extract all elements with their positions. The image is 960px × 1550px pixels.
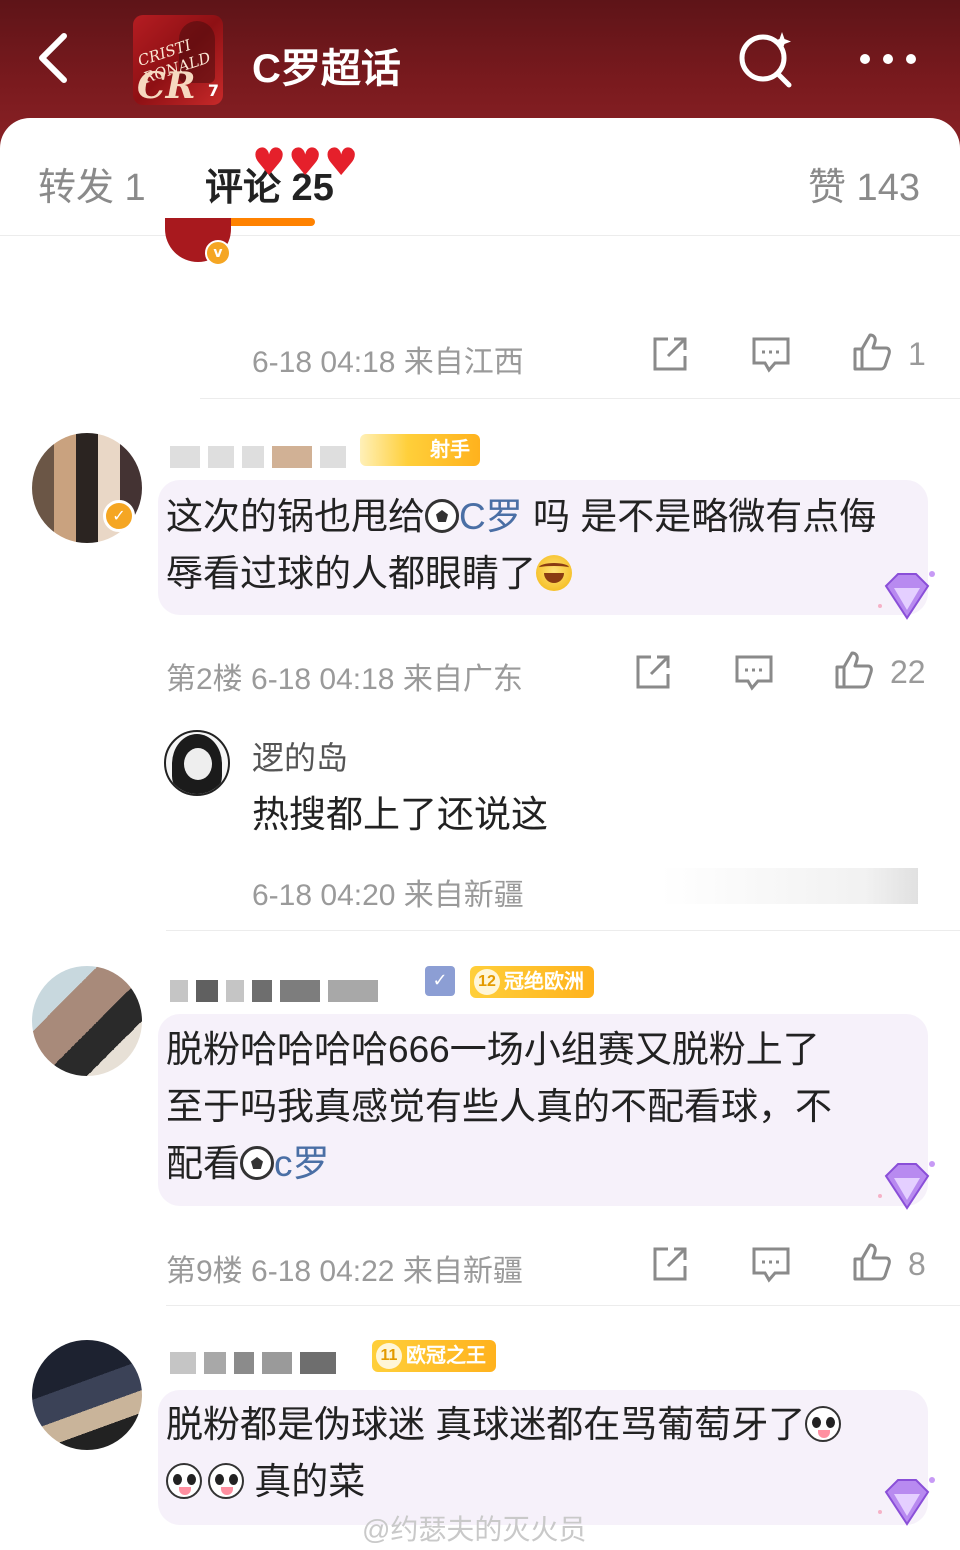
- fan-badge[interactable]: 12 冠绝欧洲: [470, 966, 594, 998]
- like-icon[interactable]: [852, 332, 892, 372]
- comment-body: 脱粉都是伪球迷 真球迷都在骂葡萄牙了 真的菜: [166, 1396, 906, 1510]
- thumb-number: 7: [207, 81, 219, 100]
- reply-body: 热搜都上了还说这: [252, 794, 548, 835]
- diamond-gem-icon: [878, 1161, 935, 1210]
- verified-badge-icon: v: [205, 240, 231, 266]
- search-icon: [739, 32, 792, 88]
- body-text: 真的菜: [244, 1461, 366, 1502]
- more-button[interactable]: [857, 48, 919, 70]
- reply-username[interactable]: 逻的岛: [252, 733, 348, 779]
- reply-meta: 6-18 04:20 来自新疆: [252, 879, 524, 912]
- comment-time-location: 6-18 04:22 来自新疆: [251, 1255, 523, 1288]
- laugh-emoji-icon: [536, 555, 572, 591]
- floor-number: 第9楼: [166, 1255, 243, 1288]
- diamond-gem-icon: [878, 571, 935, 620]
- mention-link[interactable]: C罗: [459, 496, 523, 537]
- blurred-area: [660, 868, 918, 904]
- active-tab-indicator: [225, 218, 315, 226]
- divider: [166, 930, 960, 931]
- more-dots-icon: [860, 54, 916, 64]
- username[interactable]: [170, 1350, 336, 1376]
- body-line: 配看 c罗: [166, 1135, 906, 1192]
- username[interactable]: [170, 444, 346, 470]
- comment-meta: 第9楼 6-18 04:22 来自新疆: [166, 1246, 523, 1290]
- comment-meta: 6-18 04:18 来自江西: [252, 346, 524, 379]
- body-line: 至于吗我真感觉有些人真的不配看球，不: [166, 1086, 832, 1127]
- comment-body: 脱粉哈哈哈哈666一场小组赛又脱粉上了 至于吗我真感觉有些人真的不配看球，不 配…: [166, 1021, 906, 1192]
- panda-emoji-icon: [166, 1463, 202, 1499]
- topic-thumbnail[interactable]: CRISTI RONALD CR 7: [133, 15, 223, 105]
- avatar[interactable]: [164, 730, 230, 796]
- badge-level: 12: [474, 969, 500, 995]
- badge-label: 冠绝欧洲: [504, 971, 584, 993]
- football-icon: [425, 499, 459, 533]
- like-count: 8: [908, 1246, 926, 1282]
- avatar[interactable]: [32, 966, 142, 1076]
- comment-body: 这次的锅也甩给 C罗 吗 是不是略微有点侮辱看过球的人都眼睛了: [166, 488, 906, 602]
- back-button[interactable]: [30, 28, 78, 88]
- comment-icon[interactable]: [734, 652, 774, 692]
- search-button[interactable]: [735, 28, 797, 90]
- share-icon[interactable]: [650, 334, 690, 374]
- share-icon[interactable]: [633, 652, 673, 692]
- share-icon[interactable]: [650, 1244, 690, 1284]
- verified-badge-icon: ✓: [103, 500, 135, 532]
- watermark: @约瑟夫的灭火员: [362, 1514, 587, 1545]
- tab-repost[interactable]: 转发 1: [38, 156, 146, 211]
- panda-emoji-icon: [208, 1463, 244, 1499]
- comment-body: ♥♥♥: [252, 140, 361, 184]
- avatar[interactable]: [32, 1340, 142, 1450]
- football-icon: [240, 1146, 274, 1180]
- thumb-monogram: CR: [137, 65, 196, 105]
- body-text: 这次的锅也甩给: [166, 496, 425, 537]
- fan-badge[interactable]: 11 欧冠之王: [372, 1340, 496, 1372]
- username[interactable]: [170, 978, 378, 1004]
- divider: [166, 1305, 960, 1306]
- panda-emoji-icon: [805, 1406, 842, 1442]
- body-text: 配看: [166, 1143, 240, 1184]
- like-count: 1: [908, 336, 926, 372]
- tab-bar: 转发 1 评论 25 赞 143: [0, 118, 960, 236]
- body-line: 真的菜: [166, 1453, 906, 1510]
- like-icon[interactable]: [834, 650, 874, 690]
- body-line: 脱粉哈哈哈哈666一场小组赛又脱粉上了: [166, 1029, 820, 1070]
- mention-link[interactable]: c罗: [274, 1143, 330, 1184]
- body-text: 脱粉都是伪球迷 真球迷都在骂葡萄牙了: [166, 1404, 806, 1445]
- badge-level: 11: [376, 1343, 402, 1369]
- chevron-left-icon: [39, 33, 67, 83]
- like-icon[interactable]: [852, 1242, 892, 1282]
- badge-label: 射手: [430, 439, 470, 461]
- topic-title[interactable]: C罗超话: [252, 36, 401, 94]
- floor-number: 第2楼: [166, 663, 243, 696]
- comment-meta: 第2楼 6-18 04:18 来自广东: [166, 654, 523, 698]
- comment-icon[interactable]: [751, 1244, 791, 1284]
- body-line: 脱粉都是伪球迷 真球迷都在骂葡萄牙了: [166, 1396, 906, 1453]
- comment-icon[interactable]: [751, 334, 791, 374]
- divider: [200, 398, 960, 399]
- tab-likes[interactable]: 赞 143: [808, 156, 920, 211]
- badge-label: 欧冠之王: [406, 1345, 486, 1367]
- like-count: 22: [890, 654, 926, 690]
- comment-time-location: 6-18 04:18 来自广东: [251, 663, 523, 696]
- diamond-gem-icon: [878, 1477, 935, 1526]
- checkin-icon: ✓: [425, 966, 455, 996]
- fan-badge[interactable]: 射手: [360, 434, 480, 466]
